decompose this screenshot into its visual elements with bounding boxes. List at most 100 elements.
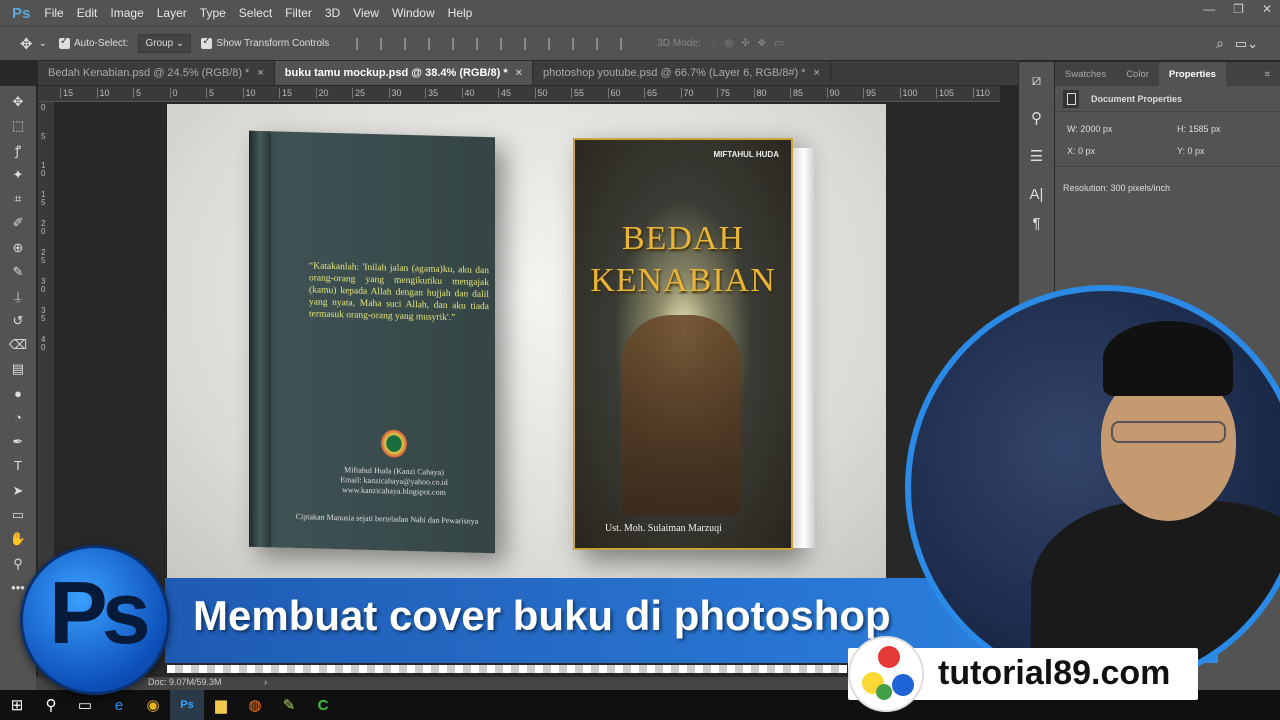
status-menu-arrow[interactable]: ›: [264, 677, 267, 687]
ruler-tick: 100: [899, 88, 918, 98]
tab-swatches[interactable]: Swatches: [1055, 62, 1116, 86]
menu-file[interactable]: File: [44, 6, 63, 20]
firefox-icon[interactable]: ◍: [238, 696, 272, 714]
paragraph-icon[interactable]: ¶: [1019, 214, 1054, 240]
document-tab[interactable]: photoshop youtube.psd @ 66.7% (Layer 6, …: [533, 61, 831, 85]
camtasia-icon[interactable]: C: [306, 697, 340, 714]
distribute-hcenter-icon[interactable]: [596, 37, 606, 50]
notepad-icon[interactable]: ✎: [272, 696, 306, 714]
ruler-tick: 60: [607, 88, 621, 98]
stamp-tool-icon[interactable]: ⍊: [14, 284, 22, 308]
character-icon[interactable]: A|: [1019, 176, 1054, 214]
ruler-tick: 85: [790, 88, 803, 98]
tab-color[interactable]: Color: [1116, 62, 1159, 86]
ruler-tick: 0: [41, 103, 46, 112]
minimize-button[interactable]: —: [1203, 2, 1215, 16]
document-tab[interactable]: Bedah Kenabian.psd @ 24.5% (RGB/8) * ×: [38, 61, 275, 85]
menu-layer[interactable]: Layer: [157, 6, 187, 20]
options-bar: ✥ ⌄ Auto-Select: Group ⌄ Show Transform …: [0, 26, 1280, 60]
adjustments-icon[interactable]: ☰: [1019, 138, 1054, 176]
site-badge: tutorial89.com: [848, 636, 1198, 712]
close-tab-icon[interactable]: ×: [257, 67, 263, 79]
document-canvas[interactable]: “Katakanlah: 'Inilah jalan (agama)ku, ak…: [167, 104, 886, 578]
edge-icon[interactable]: e: [102, 697, 136, 714]
hand-tool-icon[interactable]: ✋: [10, 527, 26, 551]
align-left-icon[interactable]: [428, 37, 438, 50]
photoshop-taskbar-icon[interactable]: Ps: [170, 690, 204, 720]
ruler-tick: 55: [571, 88, 584, 98]
gradient-tool-icon[interactable]: ▤: [12, 357, 24, 381]
move-tool-icon[interactable]: ✥: [13, 90, 24, 114]
window-controls: — ❐ ✕: [1203, 2, 1272, 16]
crop-tool-icon[interactable]: ⌗: [14, 187, 21, 211]
tab-label: Bedah Kenabian.psd @ 24.5% (RGB/8) *: [48, 67, 250, 79]
resolution-text: Resolution: 300 pixels/inch: [1055, 166, 1280, 209]
auto-select-dropdown[interactable]: Group ⌄: [138, 34, 192, 53]
photoshop-logo: Ps: [12, 4, 31, 22]
tab-properties[interactable]: Properties: [1158, 62, 1226, 86]
eraser-tool-icon[interactable]: ⌫: [9, 333, 27, 357]
type-tool-icon[interactable]: T: [14, 454, 22, 478]
history-icon[interactable]: ⧄: [1019, 62, 1054, 100]
lasso-tool-icon[interactable]: ꝭ: [15, 139, 21, 163]
blur-tool-icon[interactable]: ●: [14, 382, 22, 406]
ruler-tick: 35: [425, 88, 438, 98]
align-hcenter-icon[interactable]: [452, 37, 462, 50]
close-tab-icon[interactable]: ×: [516, 67, 522, 79]
shape-tool-icon[interactable]: ▭: [12, 503, 24, 527]
close-button[interactable]: ✕: [1262, 2, 1272, 16]
chrome-icon[interactable]: ◉: [136, 696, 170, 714]
pen-tool-icon[interactable]: ✒: [13, 430, 24, 454]
width-value[interactable]: 2000 px: [1080, 124, 1112, 134]
align-bottom-icon[interactable]: [404, 37, 414, 50]
3d-mode-label: 3D Mode:: [657, 38, 701, 49]
chevron-down-icon[interactable]: ⌄: [39, 38, 47, 49]
menu-filter[interactable]: Filter: [285, 6, 312, 20]
horizontal-ruler[interactable]: 15 10 5 0 5 10 15 20 25 30 35 40 45 50 55 60 65 70 75 80 85 9…: [38, 86, 1000, 102]
eyedropper-tool-icon[interactable]: ✐: [13, 211, 24, 235]
brush-tool-icon[interactable]: ✎: [13, 260, 24, 284]
close-tab-icon[interactable]: ×: [814, 67, 820, 79]
distribute-bottom-icon[interactable]: [548, 37, 558, 50]
zoom-tool-icon[interactable]: ⚲: [13, 552, 23, 576]
panel-menu-icon[interactable]: ≡: [1254, 62, 1280, 86]
menu-select[interactable]: Select: [239, 6, 272, 20]
align-vcenter-icon[interactable]: [380, 37, 390, 50]
distribute-vcenter-icon[interactable]: [524, 37, 534, 50]
auto-align-icon[interactable]: [620, 37, 630, 50]
distribute-left-icon[interactable]: [572, 37, 582, 50]
align-top-icon[interactable]: [356, 37, 366, 50]
distribute-top-icon[interactable]: [500, 37, 510, 50]
y-value[interactable]: 0 px: [1188, 146, 1205, 156]
search-icon[interactable]: ⚲: [34, 696, 68, 714]
3d-mode-icons[interactable]: ◌◎✣✥▭: [711, 38, 792, 49]
menu-3d[interactable]: 3D: [325, 6, 340, 20]
file-explorer-icon[interactable]: ▆: [204, 696, 238, 714]
dodge-tool-icon[interactable]: ◔: [14, 406, 22, 430]
brush-presets-icon[interactable]: ⚲: [1019, 100, 1054, 138]
path-select-tool-icon[interactable]: ➤: [13, 479, 24, 503]
height-value[interactable]: 1585 px: [1189, 124, 1221, 134]
menu-image[interactable]: Image: [110, 6, 143, 20]
ruler-tick: 5: [206, 88, 214, 98]
windows-start-icon[interactable]: ⊞: [0, 696, 34, 714]
search-icon[interactable]: ⌕: [1216, 35, 1224, 52]
menu-edit[interactable]: Edit: [77, 6, 98, 20]
workspace-icon[interactable]: ▭⌄: [1235, 36, 1258, 52]
menu-help[interactable]: Help: [448, 6, 473, 20]
healing-tool-icon[interactable]: ⊕: [13, 236, 24, 260]
restore-button[interactable]: ❐: [1233, 2, 1244, 16]
menu-window[interactable]: Window: [392, 6, 435, 20]
document-tab[interactable]: buku tamu mockup.psd @ 38.4% (RGB/8) * ×: [274, 61, 534, 85]
auto-select-checkbox[interactable]: [58, 36, 70, 49]
marquee-tool-icon[interactable]: ⬚: [12, 114, 24, 138]
history-brush-tool-icon[interactable]: ↺: [13, 309, 24, 333]
move-tool-icon[interactable]: ✥: [20, 35, 33, 53]
magic-wand-tool-icon[interactable]: ✦: [13, 163, 24, 187]
x-value[interactable]: 0 px: [1078, 146, 1095, 156]
align-right-icon[interactable]: [476, 37, 486, 50]
menu-type[interactable]: Type: [200, 6, 226, 20]
task-view-icon[interactable]: ▭: [68, 696, 102, 714]
show-transform-checkbox[interactable]: [201, 36, 213, 49]
menu-view[interactable]: View: [353, 6, 379, 20]
